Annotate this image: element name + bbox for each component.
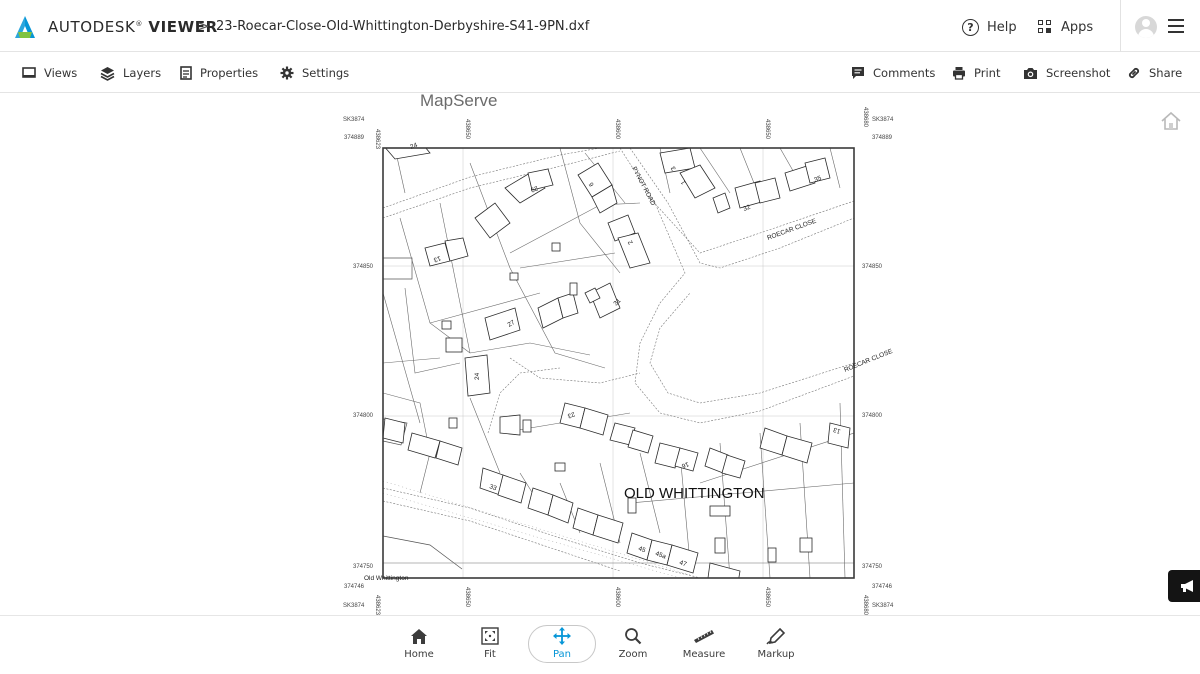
camera-icon [1024, 67, 1037, 79]
zoom-label: Zoom [618, 649, 648, 660]
avatar[interactable] [1135, 16, 1157, 38]
link-icon [1128, 67, 1140, 79]
grid-ref-br: SK3874 [872, 603, 894, 609]
apps-label: Apps [1061, 19, 1094, 35]
fit-button[interactable]: Fit [460, 626, 520, 670]
views-icon [22, 67, 36, 78]
apps-button[interactable]: Apps [1038, 17, 1093, 37]
measure-label: Measure [682, 649, 726, 660]
gear-icon [280, 66, 294, 80]
megaphone-icon [1181, 580, 1193, 592]
easting-label: 438623 [374, 129, 380, 150]
road-label: ROECAR CLOSE [766, 217, 818, 241]
easting-label: 438680 [862, 107, 868, 128]
properties-button[interactable]: Properties [180, 64, 258, 82]
layers-button[interactable]: Layers [100, 64, 161, 82]
easting-label: 438600 [614, 587, 620, 608]
zoom-icon [625, 628, 642, 645]
brand-light: AUTODESK [48, 18, 136, 36]
easting-label: 438600 [614, 119, 620, 140]
autodesk-logo-icon [15, 16, 35, 38]
measure-button[interactable]: Measure [674, 626, 734, 670]
properties-label: Properties [200, 66, 259, 80]
settings-label: Settings [302, 66, 350, 80]
print-label: Print [974, 66, 1001, 80]
drawing-svg[interactable]: MapServe SK3874 SK3874 SK3874 SK3874 374… [0, 93, 1200, 615]
print-button[interactable]: Print [952, 64, 1000, 82]
road-label: PYNOT ROAD [630, 166, 656, 207]
pan-label: Pan [552, 649, 572, 660]
northing-label: 374800 [862, 413, 883, 419]
mapserve-watermark: MapServe [420, 93, 497, 110]
northing-label: 374746 [344, 584, 365, 590]
markup-label: Markup [757, 649, 795, 660]
bottom-navigation: Home Fit Pan Zoom Measure Markup [0, 615, 1200, 674]
properties-icon [180, 66, 192, 80]
ruler-icon [694, 630, 714, 643]
northing-label: 374750 [353, 564, 374, 570]
comment-icon [852, 67, 864, 79]
easting-label: 438650 [764, 119, 770, 140]
zoom-button[interactable]: Zoom [603, 626, 663, 670]
grid-ref-tr: SK3874 [872, 117, 894, 123]
easting-label: 438680 [862, 595, 868, 615]
layers-icon [100, 66, 115, 81]
fit-icon [481, 627, 499, 645]
easting-label: 438650 [764, 587, 770, 608]
northing-label: 374800 [353, 413, 374, 419]
home-view-icon[interactable] [1160, 111, 1182, 131]
screenshot-button[interactable]: Screenshot [1023, 64, 1110, 82]
header-divider [1120, 0, 1121, 52]
map-frame [382, 147, 855, 579]
house-number: 24 [474, 372, 481, 380]
home-icon [411, 628, 427, 644]
views-label: Views [44, 66, 78, 80]
breadcrumb-separator: > [197, 17, 210, 35]
markup-button[interactable]: Markup [746, 626, 806, 670]
feedback-button[interactable] [1168, 570, 1200, 602]
help-label: Help [987, 19, 1017, 35]
help-icon: ? [962, 18, 979, 36]
app-header: AUTODESK® VIEWER > 23-Roecar-Close-Old-W… [0, 0, 1200, 52]
comments-button[interactable]: Comments [851, 64, 935, 82]
grid-ref-bl: SK3874 [343, 603, 365, 609]
printer-icon [953, 67, 965, 80]
brand-mark: ® [135, 20, 144, 28]
pen-icon [766, 627, 786, 645]
drawing-canvas[interactable]: MapServe SK3874 SK3874 SK3874 SK3874 374… [0, 93, 1200, 615]
northing-label: 374889 [344, 135, 365, 141]
share-button[interactable]: Share [1127, 64, 1182, 82]
comments-label: Comments [873, 66, 936, 80]
apps-icon [1038, 20, 1052, 34]
brand-name: AUTODESK® VIEWER [48, 18, 218, 36]
toolbar: Views Layers Properties Settings Comment… [0, 52, 1200, 93]
place-name-label: OLD WHITTINGTON [624, 485, 765, 502]
screenshot-label: Screenshot [1046, 66, 1111, 80]
hamburger-menu-icon[interactable] [1168, 19, 1184, 33]
easting-label: 438650 [464, 587, 470, 608]
northing-label: 374850 [353, 264, 374, 270]
help-button[interactable]: ? Help [962, 17, 1017, 37]
settings-button[interactable]: Settings [280, 64, 349, 82]
grid-ref-tl: SK3874 [343, 117, 365, 123]
home-label: Home [404, 649, 434, 660]
pan-icon [553, 627, 571, 645]
easting-label: 438623 [374, 595, 380, 615]
northing-label: 374850 [862, 264, 883, 270]
layers-label: Layers [123, 66, 162, 80]
pan-button[interactable]: Pan [532, 626, 592, 670]
share-label: Share [1149, 66, 1183, 80]
easting-label: 438650 [464, 119, 470, 140]
home-button[interactable]: Home [389, 626, 449, 670]
site-plan [383, 148, 854, 578]
northing-label: 374889 [872, 135, 893, 141]
file-name: 23-Roecar-Close-Old-Whittington-Derbyshi… [216, 19, 590, 34]
road-label: ROECAR CLOSE [843, 348, 894, 374]
corner-place-label: Old Whittington [364, 575, 409, 582]
views-button[interactable]: Views [22, 64, 77, 82]
fit-label: Fit [484, 649, 496, 660]
northing-label: 374746 [872, 584, 893, 590]
northing-label: 374750 [862, 564, 883, 570]
